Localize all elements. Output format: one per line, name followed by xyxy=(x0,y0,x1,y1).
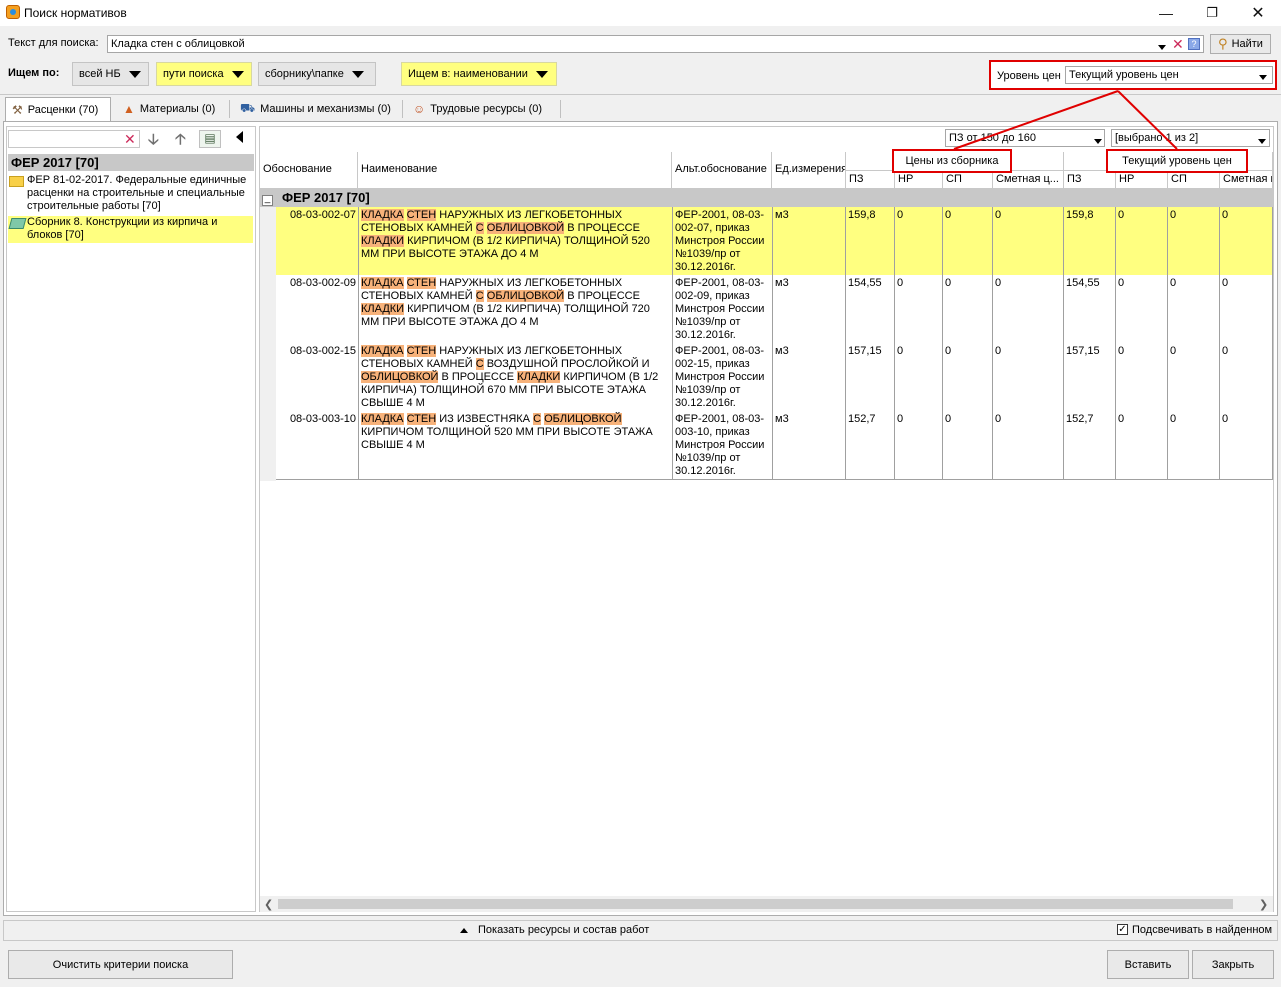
highlighted-match: КЛАДКИ xyxy=(361,235,405,247)
highlighted-match: КЛАДКА xyxy=(361,413,404,425)
name-text: В ПРОЦЕССЕ xyxy=(438,371,518,383)
grid-cell-sp-current[interactable]: 0 xyxy=(1168,207,1220,276)
highlighted-match: ОБЛИЦОВКОЙ xyxy=(544,413,622,425)
grid-cell-pz-current[interactable]: 159,8 xyxy=(1064,207,1116,276)
grid-cell-pz[interactable]: 159,8 xyxy=(846,207,895,276)
name-text: КИРПИЧОМ (В 1/2 КИРПИЧА) ТОЛЩИНОЙ 520 ММ… xyxy=(361,235,650,260)
row-selector-strip xyxy=(260,207,276,481)
grid-cell-sp-current[interactable]: 0 xyxy=(1168,275,1220,344)
grid-cell-code[interactable]: 08-03-002-09 xyxy=(276,275,359,344)
show-resources-label: Показать ресурсы и состав работ xyxy=(478,924,650,936)
grid-cell-nr-current[interactable]: 0 xyxy=(1116,343,1168,412)
grid-cell-name[interactable]: КЛАДКА СТЕН НАРУЖНЫХ ИЗ ЛЕГКОБЕТОННЫХ СТ… xyxy=(359,207,673,276)
name-text: В ПРОЦЕССЕ xyxy=(564,290,640,302)
highlighted-match: СТЕН xyxy=(406,277,437,289)
grid-cell-cost-current[interactable]: 0 xyxy=(1220,207,1273,276)
highlighted-match: С xyxy=(475,222,484,234)
highlighted-match: КЛАДКИ xyxy=(361,303,405,315)
grid-cell-sp[interactable]: 0 xyxy=(943,411,993,480)
highlighted-match: ОБЛИЦОВКОЙ xyxy=(486,290,565,302)
grid-cell-pz-current[interactable]: 157,15 xyxy=(1064,343,1116,412)
callout-arrows xyxy=(953,90,1178,150)
grid-cell-cost[interactable]: 0 xyxy=(993,207,1064,276)
clear-criteria-button[interactable]: Очистить критерии поиска xyxy=(8,950,233,979)
grid-cell-alt[interactable]: ФЕР-2001, 08-03-002-15, приказ Минстроя … xyxy=(673,343,773,412)
highlighted-match: КЛАДКА xyxy=(361,209,404,221)
highlighted-match: ОБЛИЦОВКОЙ xyxy=(361,371,439,383)
highlighted-match: С xyxy=(475,358,484,370)
scroll-right-icon[interactable]: ❯ xyxy=(1259,898,1268,911)
name-text: КИРПИЧОМ (В 1/2 КИРПИЧА) ТОЛЩИНОЙ 720 ММ… xyxy=(361,303,650,328)
collapse-group-icon[interactable]: _ xyxy=(262,194,273,206)
grid-cell-unit[interactable]: м3 xyxy=(773,207,846,276)
grid-cell-name[interactable]: КЛАДКА СТЕН ИЗ ИЗВЕСТНЯКА С ОБЛИЦОВКОЙ К… xyxy=(359,411,673,480)
grid-cell-nr-current[interactable]: 0 xyxy=(1116,411,1168,480)
grid-cell-unit[interactable]: м3 xyxy=(773,411,846,480)
highlighted-match: С xyxy=(475,290,484,302)
grid-group-label: ФЕР 2017 [70] xyxy=(282,190,370,205)
grid-cell-nr[interactable]: 0 xyxy=(895,411,943,480)
grid-cell-alt[interactable]: ФЕР-2001, 08-03-002-09, приказ Минстроя … xyxy=(673,275,773,344)
grid-cell-pz-current[interactable]: 152,7 xyxy=(1064,411,1116,480)
name-text: ВОЗДУШНОЙ ПРОСЛОЙКОЙ И xyxy=(483,358,650,370)
grid-cell-cost[interactable]: 0 xyxy=(993,343,1064,412)
highlighted-match: СТЕН xyxy=(406,345,437,357)
highlighted-match: КЛАДКИ xyxy=(517,371,561,383)
highlighted-match: СТЕН xyxy=(406,413,437,425)
grid-cell-sp[interactable]: 0 xyxy=(943,207,993,276)
grid-cell-sp[interactable]: 0 xyxy=(943,343,993,412)
grid-cell-cost[interactable]: 0 xyxy=(993,411,1064,480)
horizontal-scrollbar[interactable]: ❮ ❯ xyxy=(260,896,1273,912)
highlighted-match: СТЕН xyxy=(406,209,437,221)
grid-cell-name[interactable]: КЛАДКА СТЕН НАРУЖНЫХ ИЗ ЛЕГКОБЕТОННЫХ СТ… xyxy=(359,343,673,412)
grid-cell-pz[interactable]: 157,15 xyxy=(846,343,895,412)
grid-cell-code[interactable]: 08-03-002-07 xyxy=(276,207,359,276)
scrollbar-thumb[interactable] xyxy=(278,899,1233,909)
grid-cell-alt[interactable]: ФЕР-2001, 08-03-003-10, приказ Минстроя … xyxy=(673,411,773,480)
name-text: ИЗ ИЗВЕСТНЯКА xyxy=(436,413,534,425)
grid-cell-sp-current[interactable]: 0 xyxy=(1168,411,1220,480)
highlighted-match: С xyxy=(533,413,542,425)
grid-cell-cost-current[interactable]: 0 xyxy=(1220,275,1273,344)
grid-cell-sp[interactable]: 0 xyxy=(943,275,993,344)
show-resources-toggle[interactable]: Показать ресурсы и состав работ xyxy=(460,924,649,936)
insert-button[interactable]: Вставить xyxy=(1107,950,1189,979)
chevron-up-icon xyxy=(460,927,468,933)
name-text: В ПРОЦЕССЕ xyxy=(564,222,640,234)
grid-group-row xyxy=(260,189,1273,207)
grid-cell-nr[interactable]: 0 xyxy=(895,275,943,344)
highlight-label: Подсвечивать в найденном xyxy=(1132,924,1273,936)
scroll-left-icon[interactable]: ❮ xyxy=(264,898,273,911)
grid-cell-cost-current[interactable]: 0 xyxy=(1220,343,1273,412)
grid-cell-cost-current[interactable]: 0 xyxy=(1220,411,1273,480)
grid-cell-pz[interactable]: 152,7 xyxy=(846,411,895,480)
grid-cell-nr-current[interactable]: 0 xyxy=(1116,207,1168,276)
grid-cell-nr[interactable]: 0 xyxy=(895,343,943,412)
grid-cell-pz[interactable]: 154,55 xyxy=(846,275,895,344)
grid-cell-unit[interactable]: м3 xyxy=(773,343,846,412)
close-button[interactable]: Закрыть xyxy=(1192,950,1274,979)
grid-cell-sp-current[interactable]: 0 xyxy=(1168,343,1220,412)
highlighted-match: ОБЛИЦОВКОЙ xyxy=(486,222,565,234)
grid-cell-cost[interactable]: 0 xyxy=(993,275,1064,344)
grid-cell-alt[interactable]: ФЕР-2001, 08-03-002-07, приказ Минстроя … xyxy=(673,207,773,276)
grid-cell-nr-current[interactable]: 0 xyxy=(1116,275,1168,344)
grid-cell-nr[interactable]: 0 xyxy=(895,207,943,276)
grid-cell-code[interactable]: 08-03-003-10 xyxy=(276,411,359,480)
name-text: КИРПИЧОМ ТОЛЩИНОЙ 520 ММ ПРИ ВЫСОТЕ ЭТАЖ… xyxy=(361,426,653,451)
grid-cell-unit[interactable]: м3 xyxy=(773,275,846,344)
highlighted-match: КЛАДКА xyxy=(361,345,404,357)
highlight-checkbox[interactable]: ✓ xyxy=(1117,924,1128,935)
grid-cell-code[interactable]: 08-03-002-15 xyxy=(276,343,359,412)
highlighted-match: КЛАДКА xyxy=(361,277,404,289)
grid-cell-pz-current[interactable]: 154,55 xyxy=(1064,275,1116,344)
grid-cell-name[interactable]: КЛАДКА СТЕН НАРУЖНЫХ ИЗ ЛЕГКОБЕТОННЫХ СТ… xyxy=(359,275,673,344)
